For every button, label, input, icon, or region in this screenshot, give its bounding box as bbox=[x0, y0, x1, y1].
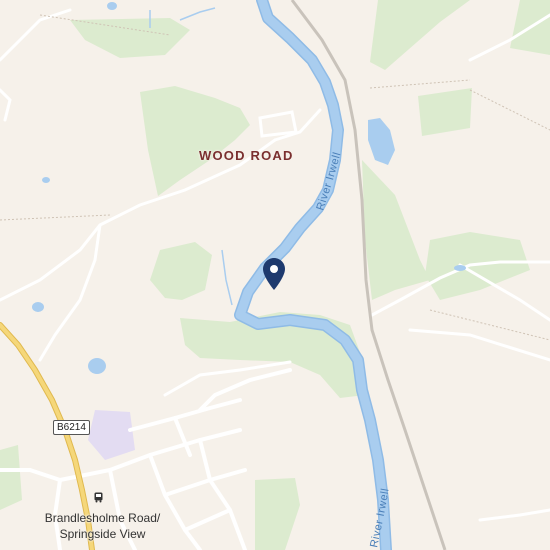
pond bbox=[88, 358, 106, 374]
pond bbox=[454, 265, 466, 271]
pond bbox=[32, 302, 44, 312]
road-shield-b6214: B6214 bbox=[53, 420, 90, 435]
pond bbox=[107, 2, 117, 10]
bus-icon[interactable] bbox=[94, 492, 103, 503]
park-area bbox=[0, 445, 22, 510]
park-area bbox=[150, 242, 212, 300]
park-area bbox=[255, 478, 300, 550]
place-label-wood-road: WOOD ROAD bbox=[199, 148, 294, 163]
park-area bbox=[370, 0, 470, 70]
park-area bbox=[418, 88, 472, 136]
bus-stop-label-line-1: Brandlesholme Road/ bbox=[44, 511, 161, 525]
bus-stop-label[interactable]: Brandlesholme Road/ Springside View bbox=[30, 510, 175, 542]
map-view[interactable]: River Irwell River Irwell WOOD ROAD B621… bbox=[0, 0, 550, 550]
map-pin-icon[interactable] bbox=[262, 257, 286, 291]
pond bbox=[42, 177, 50, 183]
park-area bbox=[362, 160, 430, 300]
school-area bbox=[88, 410, 135, 460]
park-area bbox=[140, 86, 250, 196]
park-area bbox=[70, 18, 190, 58]
reservoir bbox=[368, 118, 395, 165]
bus-stop-label-line-2: Springside View bbox=[59, 527, 146, 541]
park-area bbox=[425, 232, 530, 300]
